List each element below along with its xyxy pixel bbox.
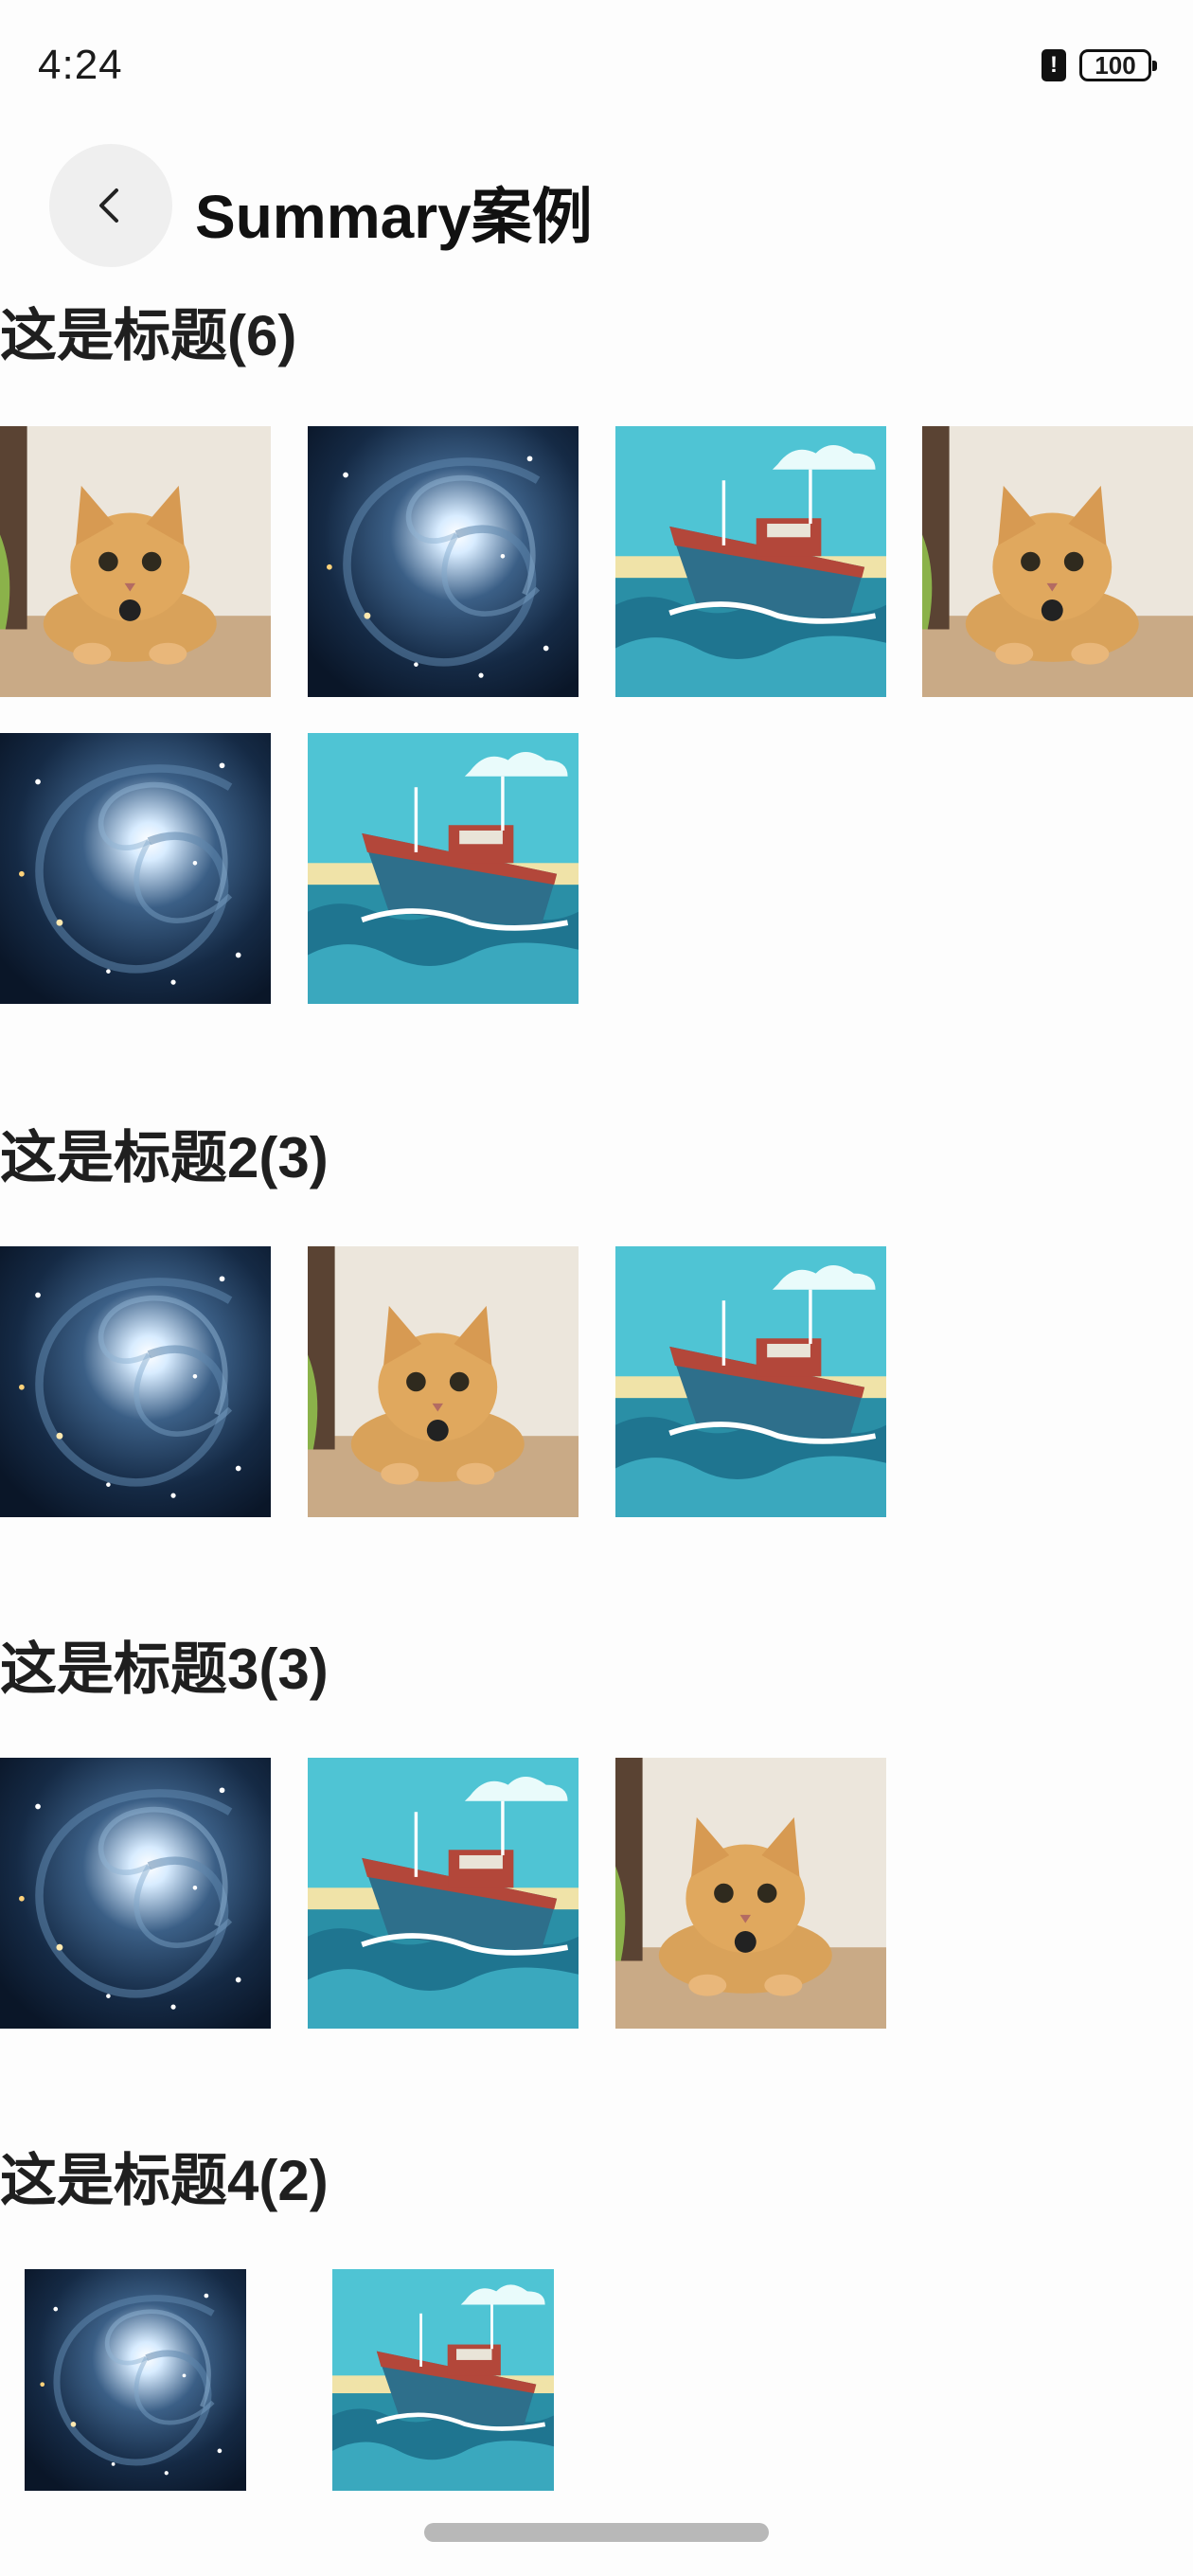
status-time: 4:24 xyxy=(38,42,123,88)
status-icons: ! 100 xyxy=(1042,49,1157,81)
status-bar: 4:24 ! 100 xyxy=(0,0,1193,133)
section-title: 这是标题3(3) xyxy=(0,1637,329,1701)
alert-icon: ! xyxy=(1042,49,1066,81)
battery-icon: 100 xyxy=(1079,49,1157,81)
back-button[interactable] xyxy=(49,144,172,267)
thumbnail-galaxy[interactable] xyxy=(0,2269,271,2491)
thumbnail-cat[interactable] xyxy=(615,1758,886,2029)
section-title: 这是标题2(3) xyxy=(0,1126,329,1190)
thumbnail-galaxy[interactable] xyxy=(0,1758,271,2029)
header: Summary案例 xyxy=(0,142,1193,269)
thumbnail-boat[interactable] xyxy=(615,1246,886,1517)
battery-level: 100 xyxy=(1095,50,1136,80)
thumbnail-cat[interactable] xyxy=(308,1246,579,1517)
section-title: 这是标题4(2) xyxy=(0,2149,329,2212)
home-indicator[interactable] xyxy=(424,2523,769,2542)
section-title: 这是标题(6) xyxy=(0,304,297,367)
thumbnail-galaxy[interactable] xyxy=(308,426,579,697)
chevron-left-icon xyxy=(99,188,118,223)
thumbnail-boat[interactable] xyxy=(308,733,579,1004)
thumbnail-boat[interactable] xyxy=(308,1758,579,2029)
thumbnail-boat[interactable] xyxy=(615,426,886,697)
thumbnail-boat[interactable] xyxy=(308,2269,579,2491)
thumbnail-galaxy[interactable] xyxy=(0,1246,271,1517)
page-title: Summary案例 xyxy=(195,183,593,251)
thumbnail-galaxy[interactable] xyxy=(0,733,271,1004)
thumbnail-cat[interactable] xyxy=(922,426,1193,697)
thumbnail-cat[interactable] xyxy=(0,426,271,697)
